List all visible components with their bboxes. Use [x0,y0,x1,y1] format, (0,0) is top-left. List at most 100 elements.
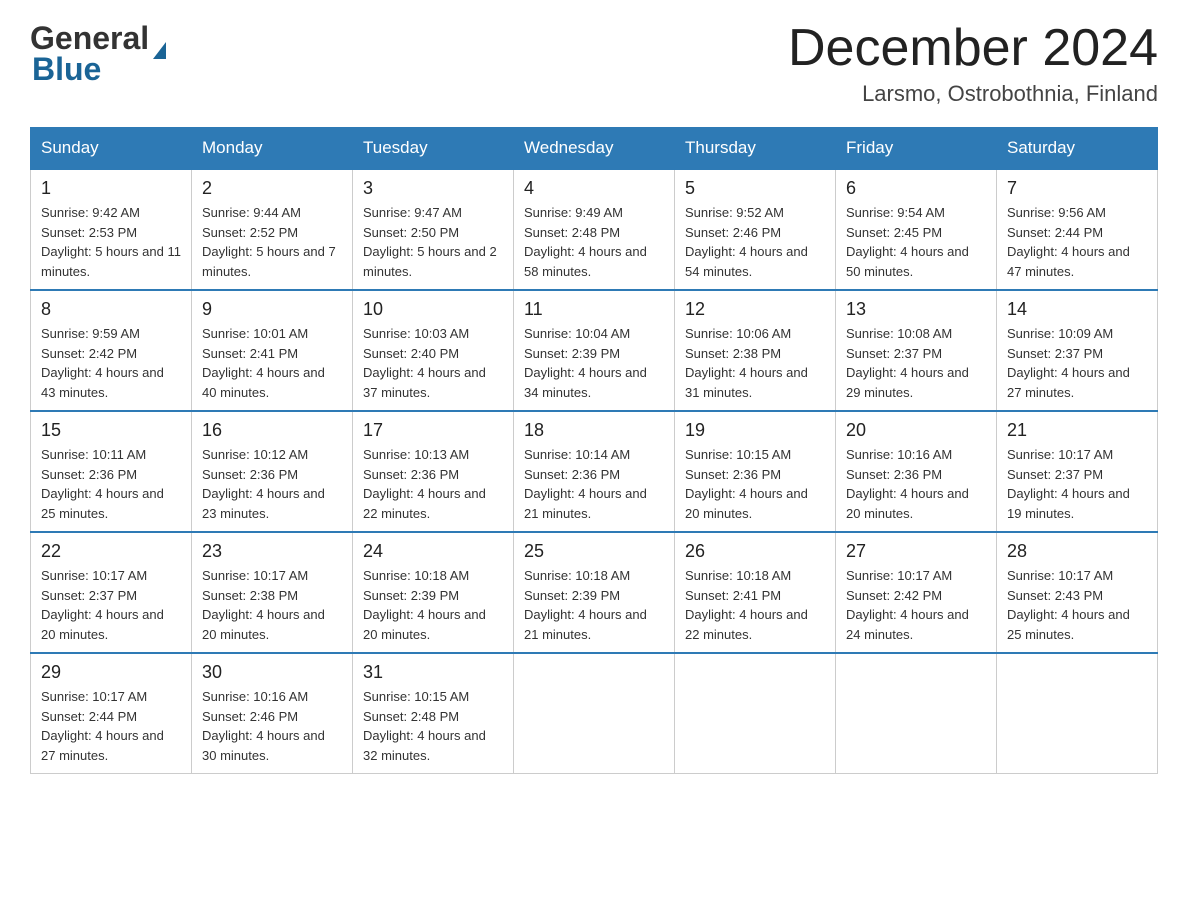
day-info: Sunrise: 10:17 AMSunset: 2:43 PMDaylight… [1007,568,1130,642]
weekday-header-thursday: Thursday [675,128,836,170]
day-number: 4 [524,178,664,199]
day-number: 1 [41,178,181,199]
calendar-cell: 10 Sunrise: 10:03 AMSunset: 2:40 PMDayli… [353,290,514,411]
day-number: 24 [363,541,503,562]
day-number: 19 [685,420,825,441]
day-info: Sunrise: 10:17 AMSunset: 2:38 PMDaylight… [202,568,325,642]
calendar-title-section: December 2024 Larsmo, Ostrobothnia, Finl… [788,20,1158,107]
calendar-cell: 6 Sunrise: 9:54 AMSunset: 2:45 PMDayligh… [836,169,997,290]
day-info: Sunrise: 10:11 AMSunset: 2:36 PMDaylight… [41,447,164,521]
calendar-cell: 24 Sunrise: 10:18 AMSunset: 2:39 PMDayli… [353,532,514,653]
calendar-cell: 18 Sunrise: 10:14 AMSunset: 2:36 PMDayli… [514,411,675,532]
day-number: 20 [846,420,986,441]
calendar-cell: 8 Sunrise: 9:59 AMSunset: 2:42 PMDayligh… [31,290,192,411]
day-number: 30 [202,662,342,683]
week-row-3: 15 Sunrise: 10:11 AMSunset: 2:36 PMDayli… [31,411,1158,532]
day-info: Sunrise: 9:44 AMSunset: 2:52 PMDaylight:… [202,205,336,279]
day-number: 15 [41,420,181,441]
day-number: 9 [202,299,342,320]
day-info: Sunrise: 10:14 AMSunset: 2:36 PMDaylight… [524,447,647,521]
weekday-header-saturday: Saturday [997,128,1158,170]
day-info: Sunrise: 9:52 AMSunset: 2:46 PMDaylight:… [685,205,808,279]
calendar-cell: 25 Sunrise: 10:18 AMSunset: 2:39 PMDayli… [514,532,675,653]
day-info: Sunrise: 10:16 AMSunset: 2:46 PMDaylight… [202,689,325,763]
day-info: Sunrise: 10:12 AMSunset: 2:36 PMDaylight… [202,447,325,521]
month-year-title: December 2024 [788,20,1158,77]
calendar-cell: 1 Sunrise: 9:42 AMSunset: 2:53 PMDayligh… [31,169,192,290]
day-number: 6 [846,178,986,199]
day-number: 14 [1007,299,1147,320]
calendar-cell: 21 Sunrise: 10:17 AMSunset: 2:37 PMDayli… [997,411,1158,532]
week-row-5: 29 Sunrise: 10:17 AMSunset: 2:44 PMDayli… [31,653,1158,774]
calendar-table: SundayMondayTuesdayWednesdayThursdayFrid… [30,127,1158,774]
calendar-cell [997,653,1158,774]
weekday-header-tuesday: Tuesday [353,128,514,170]
page-header: General Blue December 2024 Larsmo, Ostro… [30,20,1158,107]
calendar-cell [675,653,836,774]
day-info: Sunrise: 10:15 AMSunset: 2:36 PMDaylight… [685,447,808,521]
day-number: 21 [1007,420,1147,441]
calendar-cell: 13 Sunrise: 10:08 AMSunset: 2:37 PMDayli… [836,290,997,411]
calendar-cell: 11 Sunrise: 10:04 AMSunset: 2:39 PMDayli… [514,290,675,411]
calendar-cell: 12 Sunrise: 10:06 AMSunset: 2:38 PMDayli… [675,290,836,411]
calendar-cell: 27 Sunrise: 10:17 AMSunset: 2:42 PMDayli… [836,532,997,653]
calendar-cell: 29 Sunrise: 10:17 AMSunset: 2:44 PMDayli… [31,653,192,774]
calendar-cell: 2 Sunrise: 9:44 AMSunset: 2:52 PMDayligh… [192,169,353,290]
day-info: Sunrise: 10:08 AMSunset: 2:37 PMDaylight… [846,326,969,400]
day-info: Sunrise: 10:16 AMSunset: 2:36 PMDaylight… [846,447,969,521]
day-info: Sunrise: 9:47 AMSunset: 2:50 PMDaylight:… [363,205,497,279]
day-info: Sunrise: 9:56 AMSunset: 2:44 PMDaylight:… [1007,205,1130,279]
logo: General Blue [30,20,166,88]
day-info: Sunrise: 10:17 AMSunset: 2:37 PMDaylight… [1007,447,1130,521]
week-row-1: 1 Sunrise: 9:42 AMSunset: 2:53 PMDayligh… [31,169,1158,290]
day-number: 17 [363,420,503,441]
day-number: 5 [685,178,825,199]
day-info: Sunrise: 10:18 AMSunset: 2:41 PMDaylight… [685,568,808,642]
day-number: 3 [363,178,503,199]
calendar-cell: 28 Sunrise: 10:17 AMSunset: 2:43 PMDayli… [997,532,1158,653]
calendar-cell: 4 Sunrise: 9:49 AMSunset: 2:48 PMDayligh… [514,169,675,290]
day-number: 23 [202,541,342,562]
calendar-cell: 20 Sunrise: 10:16 AMSunset: 2:36 PMDayli… [836,411,997,532]
day-number: 11 [524,299,664,320]
day-info: Sunrise: 10:17 AMSunset: 2:42 PMDaylight… [846,568,969,642]
calendar-cell: 26 Sunrise: 10:18 AMSunset: 2:41 PMDayli… [675,532,836,653]
weekday-header-monday: Monday [192,128,353,170]
weekday-header-friday: Friday [836,128,997,170]
day-number: 22 [41,541,181,562]
calendar-cell: 15 Sunrise: 10:11 AMSunset: 2:36 PMDayli… [31,411,192,532]
day-info: Sunrise: 9:49 AMSunset: 2:48 PMDaylight:… [524,205,647,279]
day-info: Sunrise: 10:15 AMSunset: 2:48 PMDaylight… [363,689,486,763]
calendar-cell [514,653,675,774]
calendar-cell: 5 Sunrise: 9:52 AMSunset: 2:46 PMDayligh… [675,169,836,290]
calendar-cell: 7 Sunrise: 9:56 AMSunset: 2:44 PMDayligh… [997,169,1158,290]
day-number: 16 [202,420,342,441]
calendar-cell [836,653,997,774]
logo-text: General Blue [30,20,166,88]
logo-blue: Blue [32,51,166,88]
day-info: Sunrise: 10:01 AMSunset: 2:41 PMDaylight… [202,326,325,400]
calendar-cell: 17 Sunrise: 10:13 AMSunset: 2:36 PMDayli… [353,411,514,532]
day-info: Sunrise: 9:42 AMSunset: 2:53 PMDaylight:… [41,205,181,279]
week-row-4: 22 Sunrise: 10:17 AMSunset: 2:37 PMDayli… [31,532,1158,653]
day-number: 10 [363,299,503,320]
week-row-2: 8 Sunrise: 9:59 AMSunset: 2:42 PMDayligh… [31,290,1158,411]
day-number: 13 [846,299,986,320]
day-number: 2 [202,178,342,199]
day-info: Sunrise: 9:54 AMSunset: 2:45 PMDaylight:… [846,205,969,279]
weekday-header-sunday: Sunday [31,128,192,170]
day-info: Sunrise: 10:18 AMSunset: 2:39 PMDaylight… [363,568,486,642]
day-info: Sunrise: 10:13 AMSunset: 2:36 PMDaylight… [363,447,486,521]
day-info: Sunrise: 10:04 AMSunset: 2:39 PMDaylight… [524,326,647,400]
day-number: 25 [524,541,664,562]
calendar-cell: 9 Sunrise: 10:01 AMSunset: 2:41 PMDaylig… [192,290,353,411]
calendar-cell: 16 Sunrise: 10:12 AMSunset: 2:36 PMDayli… [192,411,353,532]
day-number: 28 [1007,541,1147,562]
day-info: Sunrise: 10:03 AMSunset: 2:40 PMDaylight… [363,326,486,400]
day-number: 26 [685,541,825,562]
day-number: 7 [1007,178,1147,199]
day-number: 18 [524,420,664,441]
day-info: Sunrise: 10:17 AMSunset: 2:44 PMDaylight… [41,689,164,763]
calendar-cell: 14 Sunrise: 10:09 AMSunset: 2:37 PMDayli… [997,290,1158,411]
calendar-cell: 30 Sunrise: 10:16 AMSunset: 2:46 PMDayli… [192,653,353,774]
